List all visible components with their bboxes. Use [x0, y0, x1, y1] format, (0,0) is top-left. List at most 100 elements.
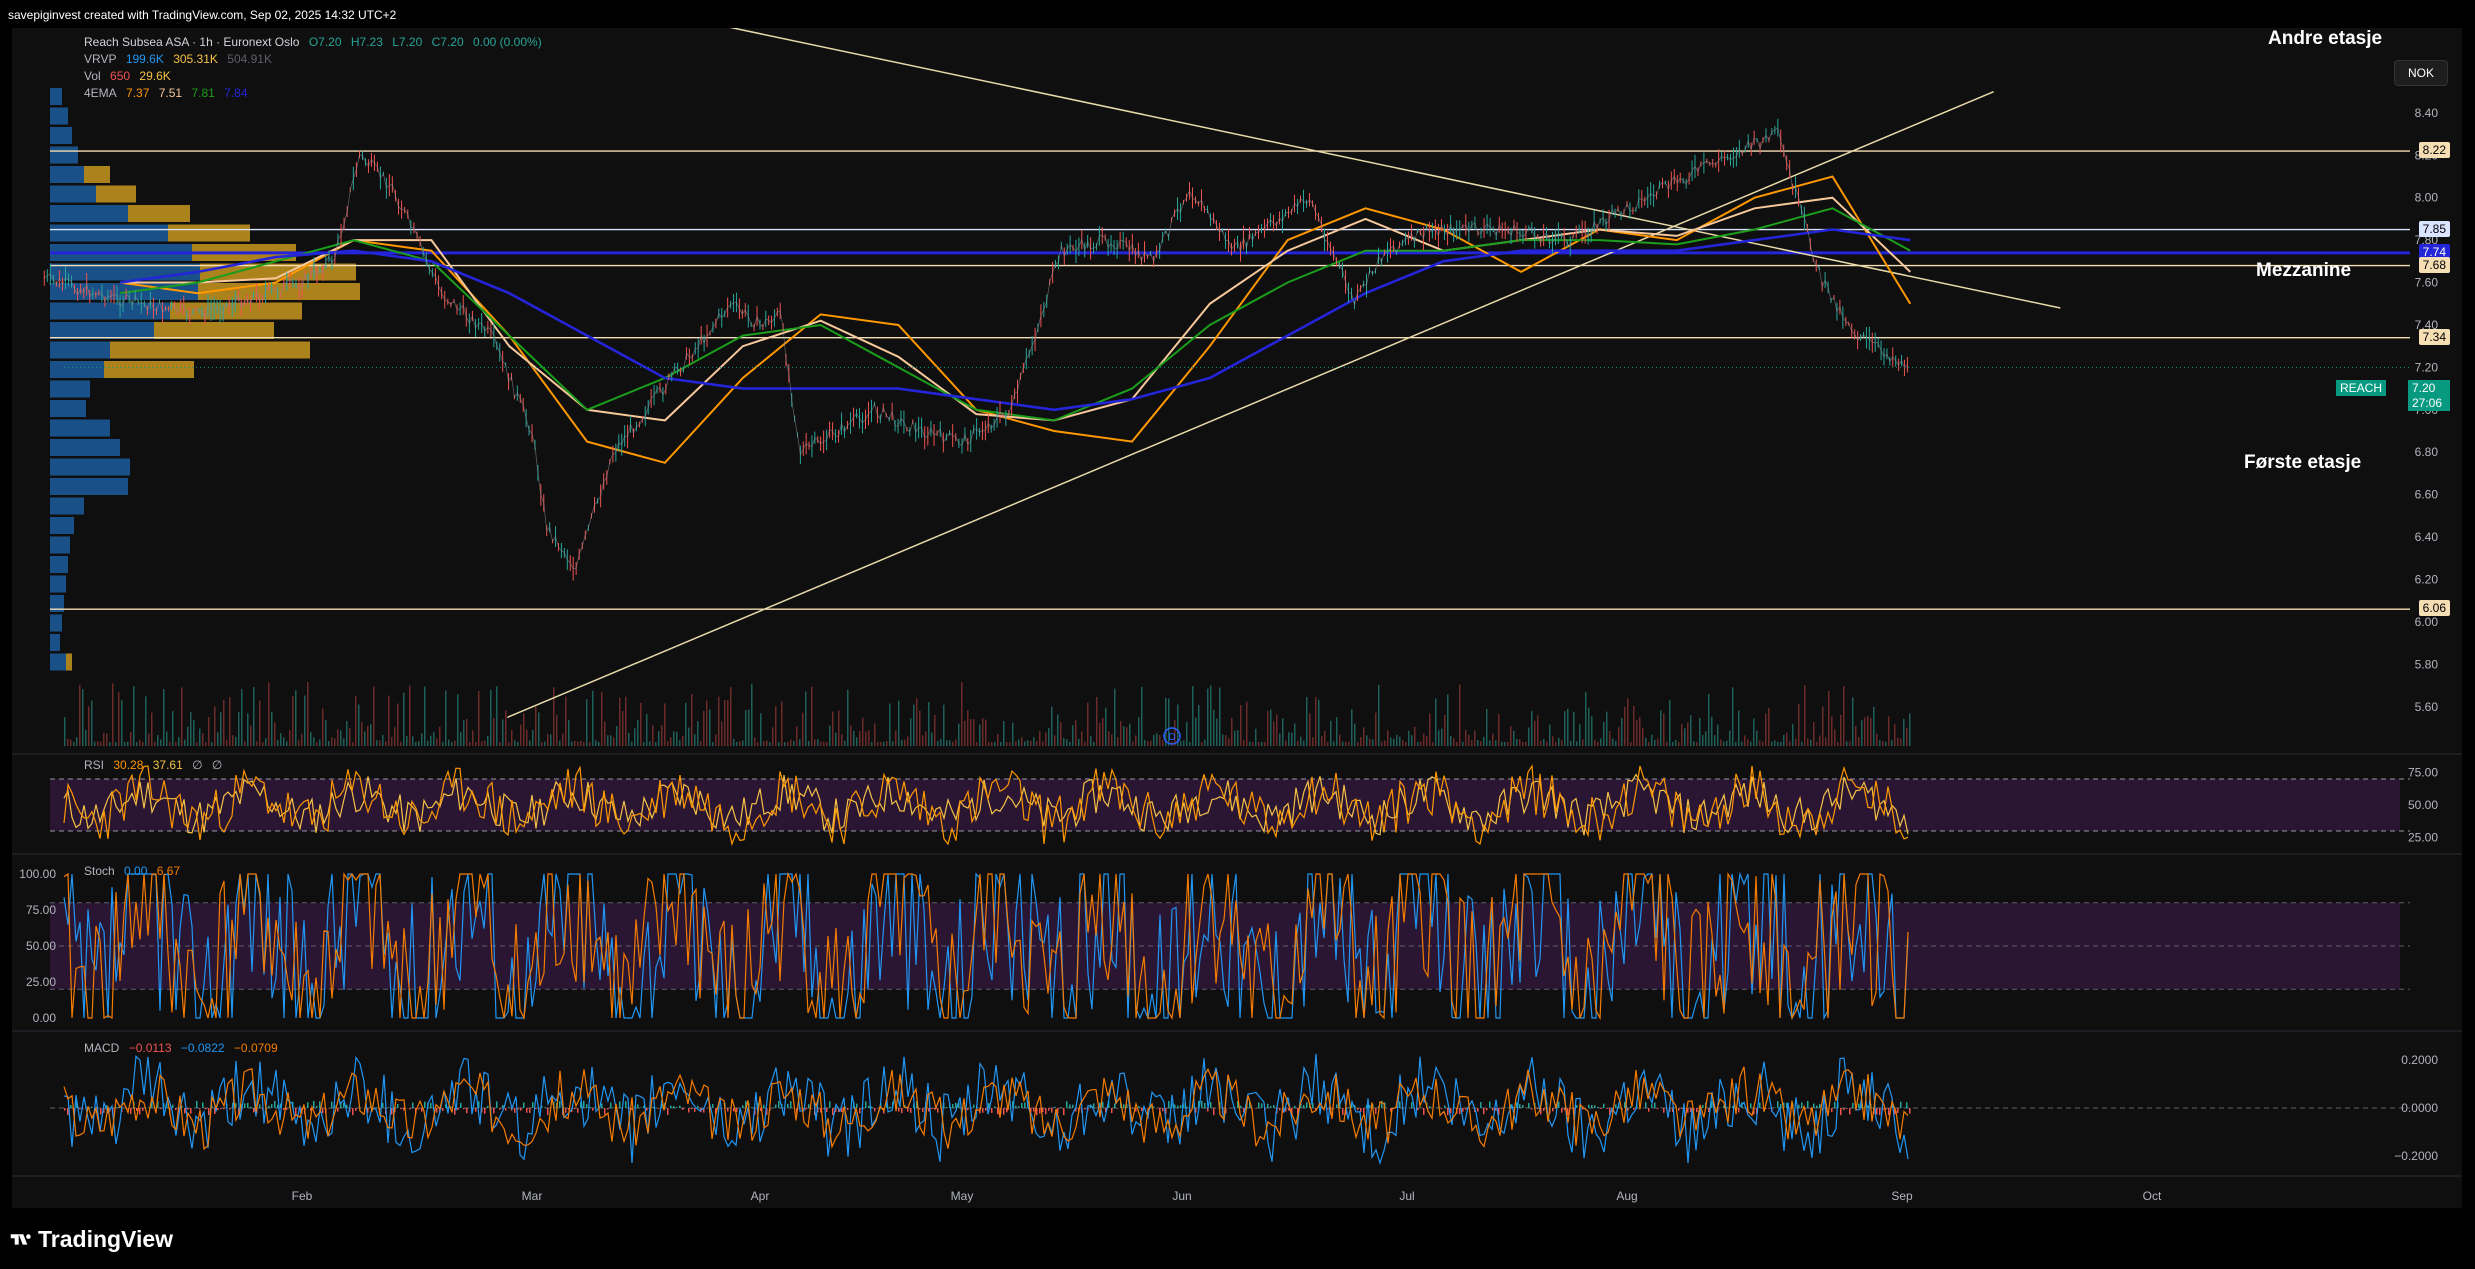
- macd-histogram-bar: [1441, 1108, 1443, 1109]
- volume-bar: [1672, 741, 1674, 746]
- vrvp-bar-up: [50, 341, 110, 359]
- volume-bar: [166, 731, 168, 746]
- volume-bar: [1228, 738, 1230, 746]
- symbol-legend[interactable]: Reach Subsea ASA · 1h · Euronext Oslo O7…: [84, 35, 548, 49]
- volume-bar: [1129, 723, 1131, 746]
- macd-histogram-bar: [508, 1107, 510, 1108]
- volume-bar: [1009, 741, 1011, 746]
- vrvp-bar-up: [50, 400, 86, 417]
- volume-bar: [607, 735, 609, 746]
- macd-histogram-bar: [1111, 1108, 1113, 1114]
- ohlc-low: L7.20: [392, 35, 423, 49]
- macd-histogram-bar: [1306, 1102, 1308, 1108]
- annotation-low[interactable]: Første etasje: [2244, 452, 2361, 474]
- annotation-top[interactable]: Andre etasje: [2268, 28, 2382, 50]
- macd-histogram-bar: [1261, 1103, 1263, 1108]
- volume-bar: [1516, 738, 1518, 746]
- macd-histogram-bar: [526, 1108, 528, 1113]
- volume-bar: [1126, 727, 1128, 746]
- volume-bar: [1192, 686, 1194, 746]
- volume-bar: [82, 689, 84, 746]
- macd-histogram-bar: [652, 1106, 654, 1108]
- volume-bar: [205, 742, 207, 746]
- vrvp-bar-up: [50, 166, 84, 183]
- volume-bar: [136, 741, 138, 746]
- volume-bar: [1747, 739, 1749, 746]
- macd-histogram-bar: [742, 1105, 744, 1108]
- volume-bar: [580, 740, 582, 746]
- vrvp-value-1: 199.6K: [125, 52, 164, 66]
- volume-bar: [1744, 735, 1746, 746]
- volume-bar: [1615, 740, 1617, 746]
- vrvp-bar-down: [66, 653, 72, 671]
- macd-histogram-bar: [1417, 1108, 1419, 1111]
- macd-histogram-bar: [322, 1108, 324, 1114]
- volume-bar: [115, 741, 117, 746]
- macd-histogram-bar: [670, 1105, 672, 1108]
- macd-histogram-bar: [1444, 1105, 1446, 1108]
- ema-legend[interactable]: 4EMA 7.37 7.51 7.81 7.84: [84, 86, 254, 100]
- volume-bar: [682, 735, 684, 746]
- volume-bar: [733, 738, 735, 746]
- vrvp-bar-up: [50, 536, 70, 554]
- volume-bar: [1783, 734, 1785, 746]
- rsi-legend[interactable]: RSI 30.28 37.61 ∅ ∅: [84, 758, 228, 772]
- macd-histogram-bar: [1423, 1108, 1425, 1115]
- volume-bar: [556, 714, 558, 746]
- macd-histogram-bar: [1528, 1102, 1530, 1108]
- macd-histogram-bar: [1138, 1106, 1140, 1108]
- volume-bar: [1465, 729, 1467, 746]
- macd-histogram-bar: [637, 1104, 639, 1108]
- volume-bar: [1711, 716, 1713, 746]
- macd-histogram-bar: [901, 1108, 903, 1114]
- stoch-legend[interactable]: Stoch 0.00 6.67: [84, 864, 186, 878]
- macd-histogram-bar: [400, 1108, 402, 1110]
- chart-canvas[interactable]: 75.00 50.00 25.00 100.00 75.00 50.00 25.00 0.0…: [12, 28, 2462, 1208]
- volume-bar: [829, 725, 831, 746]
- volume-bar: [1291, 732, 1293, 746]
- volume-bar: [193, 719, 195, 746]
- macd-histogram-bar: [1180, 1105, 1182, 1108]
- volume-bar: [811, 686, 813, 746]
- macd-histogram-bar: [1168, 1100, 1170, 1108]
- volume-bar: [1582, 739, 1584, 746]
- volume-bar: [85, 730, 87, 746]
- vrvp-legend[interactable]: VRVP 199.6K 305.31K 504.91K: [84, 52, 278, 66]
- volume-bar: [1630, 741, 1632, 746]
- currency-button[interactable]: NOK: [2394, 60, 2448, 86]
- volume-bar: [952, 741, 954, 746]
- time-axis[interactable]: Feb Mar Apr May Jun Jul Aug Sep Oct: [292, 1189, 2162, 1203]
- volume-bar: [883, 741, 885, 746]
- volume-profile: [50, 88, 360, 671]
- chart-area[interactable]: 75.00 50.00 25.00 100.00 75.00 50.00 25.00 0.0…: [12, 28, 2462, 1208]
- volume-bar: [859, 731, 861, 746]
- volume-bar: [1195, 717, 1197, 746]
- volume-bar: [1828, 691, 1830, 746]
- volume-bar: [67, 738, 69, 746]
- vrvp-bar-up: [50, 107, 68, 125]
- volume-bar: [379, 740, 381, 746]
- volume-bar: [1879, 740, 1881, 746]
- macd-histogram-bar: [514, 1108, 516, 1113]
- macd-histogram-bar: [1603, 1103, 1605, 1108]
- bar-countdown: 27:06: [2408, 395, 2450, 411]
- macd-legend[interactable]: MACD −0.0113 −0.0822 −0.0709: [84, 1041, 284, 1055]
- volume-bar: [1720, 739, 1722, 746]
- volume-bar: [178, 736, 180, 746]
- volume-bar: [1741, 741, 1743, 746]
- price-tick-label: 8.40: [2415, 106, 2439, 120]
- macd-histogram-bar: [1696, 1108, 1698, 1113]
- volume-bar: [265, 738, 267, 746]
- volume-bar: [283, 737, 285, 746]
- volume-bar: [73, 741, 75, 746]
- macd-histogram-bar: [1375, 1108, 1377, 1114]
- volume-bar: [1342, 741, 1344, 746]
- volume-legend[interactable]: Vol 650 29.6K: [84, 69, 177, 83]
- volume-bar: [1816, 741, 1818, 746]
- annotation-mid[interactable]: Mezzanine: [2256, 260, 2351, 282]
- tradingview-brand[interactable]: TradingView: [10, 1226, 173, 1253]
- macd-histogram-bar: [787, 1103, 789, 1108]
- volume-bar: [1396, 734, 1398, 746]
- volume-bar: [1360, 736, 1362, 746]
- macd-histogram-bar: [70, 1104, 72, 1108]
